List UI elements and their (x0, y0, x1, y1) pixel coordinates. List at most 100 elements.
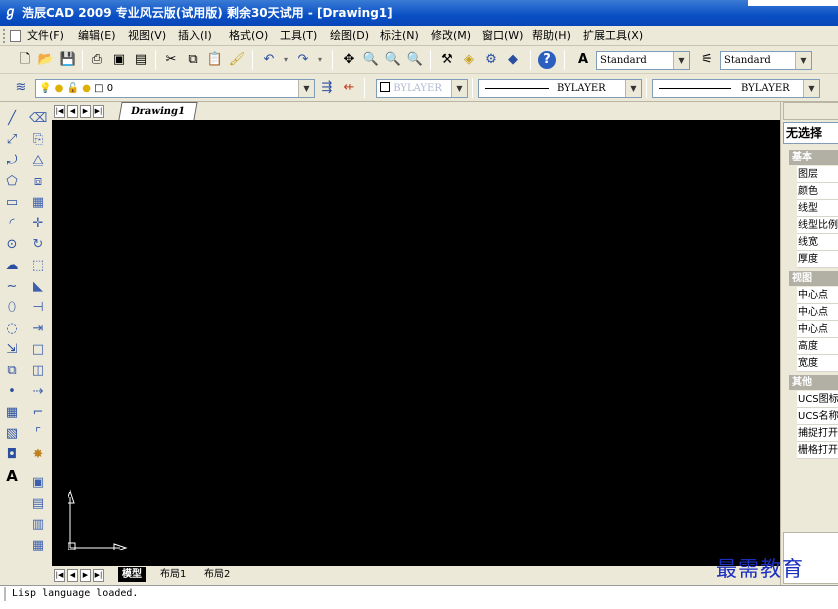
prop-ucs-name[interactable]: UCS名称 (797, 408, 838, 425)
color-select[interactable]: BYLAYER ▼ (376, 79, 468, 98)
offset-icon[interactable]: ⧈ (29, 173, 47, 191)
explode-icon[interactable]: ✸ (29, 446, 47, 464)
menu-file[interactable]: 文件(F) (27, 29, 64, 43)
tab-model[interactable]: 模型 (118, 567, 146, 582)
array-icon[interactable]: ▦ (29, 194, 47, 212)
ellipse-icon[interactable]: ⬯ (3, 299, 21, 317)
chevron-down-icon[interactable]: ▼ (625, 80, 641, 97)
prop-lineweight[interactable]: 线宽 (797, 234, 838, 251)
menu-dimension[interactable]: 标注(N) (380, 29, 419, 43)
break-at-point-icon[interactable]: □ (29, 341, 47, 359)
circle-icon[interactable]: ⊙ (3, 236, 21, 254)
chevron-down-icon[interactable]: ▼ (803, 80, 819, 97)
menu-draw[interactable]: 绘图(D) (330, 29, 369, 43)
insert-block-icon[interactable]: ⇲ (3, 341, 21, 359)
prev-layout-icon[interactable]: ◀ (67, 569, 78, 582)
help-icon[interactable]: ? (538, 51, 556, 69)
text-style-select[interactable]: Standard ▼ (596, 51, 690, 70)
menu-tools[interactable]: 工具(T) (280, 29, 317, 43)
chevron-down-icon[interactable]: ▼ (795, 52, 811, 69)
zoom-window-icon[interactable]: 🔍 (384, 51, 402, 69)
erase-icon[interactable]: ⌫ (29, 110, 47, 128)
arc-icon[interactable]: ◜ (3, 215, 21, 233)
make-object-layer-current-icon[interactable]: ⇶ (318, 79, 336, 97)
layout-icon-1[interactable]: ▣ (29, 474, 47, 492)
tool-palette-icon[interactable]: ⚙ (482, 51, 500, 69)
point-icon[interactable]: • (3, 383, 21, 401)
polyline-icon[interactable]: ⤾ (3, 152, 21, 170)
move-icon[interactable]: ✛ (29, 215, 47, 233)
prop-linetype[interactable]: 线型 (797, 200, 838, 217)
section-view[interactable]: 视图 (789, 271, 838, 286)
break-icon[interactable]: ◫ (29, 362, 47, 380)
chamfer-icon[interactable]: ⌐ (29, 404, 47, 422)
ellipse-arc-icon[interactable]: ◌ (3, 320, 21, 338)
lineweight-select[interactable]: BYLAYER ▼ (652, 79, 820, 98)
new-file-icon[interactable]: 🗋 (16, 51, 34, 69)
mirror-icon[interactable]: ⧋ (29, 152, 47, 170)
rotate-icon[interactable]: ↻ (29, 236, 47, 254)
menu-format[interactable]: 格式(O) (229, 29, 268, 43)
save-icon[interactable]: 💾 (59, 51, 77, 69)
hatch-icon[interactable]: ▦ (3, 404, 21, 422)
stretch-icon[interactable]: ◣ (29, 278, 47, 296)
next-layout-icon[interactable]: ▶ (80, 569, 91, 582)
last-layout-icon[interactable]: ▶| (93, 569, 104, 582)
trim-icon[interactable]: ⊣ (29, 299, 47, 317)
region-icon[interactable]: ◘ (3, 446, 21, 464)
polygon-icon[interactable]: ⬠ (3, 173, 21, 191)
cut-icon[interactable]: ✂ (162, 51, 180, 69)
copy-icon[interactable]: ⧉ (184, 51, 202, 69)
chevron-down-icon[interactable]: ▼ (298, 80, 314, 97)
prop-center-y[interactable]: 中心点 (797, 304, 838, 321)
paste-icon[interactable]: 📋 (206, 51, 224, 69)
undo-dropdown-icon[interactable]: ▾ (277, 51, 295, 69)
menu-insert[interactable]: 插入(I) (178, 29, 212, 43)
multiline-text-icon[interactable]: A (3, 467, 21, 485)
section-general[interactable]: 基本 (789, 150, 838, 165)
prev-tab-icon[interactable]: ◀ (67, 105, 78, 118)
model-canvas[interactable]: Y X (52, 120, 780, 566)
rectangle-icon[interactable]: ▭ (3, 194, 21, 212)
construction-line-icon[interactable]: ⤢ (3, 131, 21, 149)
zoom-previous-icon[interactable]: 🔍 (406, 51, 424, 69)
document-icon[interactable] (10, 30, 21, 42)
scale-icon[interactable]: ⬚ (29, 257, 47, 275)
tab-drawing1[interactable]: Drawing1 (118, 102, 198, 120)
prop-center-z[interactable]: 中心点 (797, 321, 838, 338)
prop-linetype-scale[interactable]: 线型比例 (797, 217, 838, 234)
prop-grid-on[interactable]: 栅格打开 (797, 442, 838, 459)
prop-width[interactable]: 宽度 (797, 355, 838, 372)
line-icon[interactable]: ╱ (3, 110, 21, 128)
menu-express-tools[interactable]: 扩展工具(X) (583, 29, 643, 43)
first-layout-icon[interactable]: |◀ (54, 569, 65, 582)
dim-style-select[interactable]: Standard ▼ (720, 51, 812, 70)
join-icon[interactable]: ⇢ (29, 383, 47, 401)
layer-previous-icon[interactable]: ⇷ (340, 79, 358, 97)
layout-icon-3[interactable]: ▥ (29, 516, 47, 534)
design-center-icon[interactable]: ◈ (460, 51, 478, 69)
prop-center-x[interactable]: 中心点 (797, 287, 838, 304)
print-preview-icon[interactable]: ▣ (110, 51, 128, 69)
selection-dropdown[interactable]: 无选择 (783, 122, 838, 144)
section-misc[interactable]: 其他 (789, 375, 838, 390)
zoom-realtime-icon[interactable]: 🔍 (362, 51, 380, 69)
markup-icon[interactable]: ◆ (504, 51, 522, 69)
open-folder-icon[interactable]: 📂 (37, 51, 55, 69)
extend-icon[interactable]: ⇥ (29, 320, 47, 338)
command-line[interactable]: Lisp language loaded. (0, 585, 838, 601)
gradient-icon[interactable]: ▧ (3, 425, 21, 443)
prop-ucs-icon[interactable]: UCS图标 (797, 391, 838, 408)
menu-edit[interactable]: 编辑(E) (78, 29, 116, 43)
menu-window[interactable]: 窗口(W) (482, 29, 523, 43)
revision-cloud-icon[interactable]: ☁ (3, 257, 21, 275)
publish-icon[interactable]: ▤ (132, 51, 150, 69)
prop-color[interactable]: 颜色 (797, 183, 838, 200)
linetype-select[interactable]: BYLAYER ▼ (478, 79, 642, 98)
print-icon[interactable]: ⎙ (88, 51, 106, 69)
make-block-icon[interactable]: ⧉ (3, 362, 21, 380)
prop-snap-on[interactable]: 捕捉打开 (797, 425, 838, 442)
next-tab-icon[interactable]: ▶ (80, 105, 91, 118)
properties-icon[interactable]: ⚒ (438, 51, 456, 69)
redo-icon[interactable]: ↷ (294, 51, 312, 69)
